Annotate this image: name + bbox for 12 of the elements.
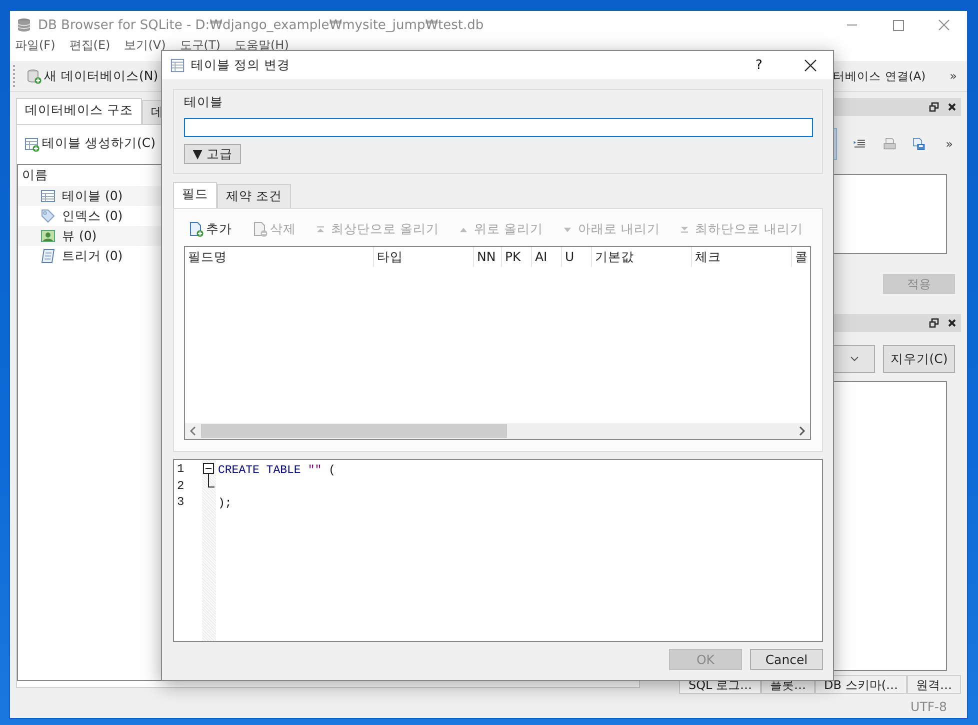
code-token: ( [328, 464, 336, 477]
column-header: 이름 [21, 166, 49, 184]
window-title: DB Browser for SQLite - D:₩django_example₩mysite_jump₩test.db [38, 18, 484, 32]
code-token: "" [308, 464, 322, 477]
group-title: 테이블 [184, 94, 223, 111]
line-number: 2 [176, 478, 186, 494]
line-number: 3 [176, 495, 186, 511]
line-number: 1 [176, 462, 186, 478]
encoding-label: UTF-8 [910, 698, 947, 714]
dialog-title: 테이블 정의 변경 [191, 56, 290, 74]
code-token: CREATE TABLE [218, 464, 301, 477]
code-token: ); [218, 496, 232, 510]
